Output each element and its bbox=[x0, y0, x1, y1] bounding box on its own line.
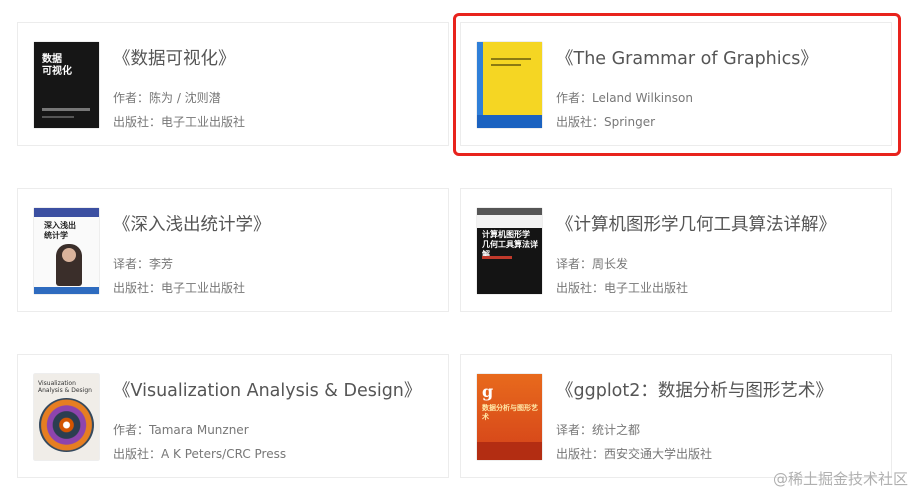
book-translator: 译者：李芳 bbox=[113, 257, 174, 271]
book-publisher: 出版社：电子工业出版社 bbox=[556, 281, 689, 295]
book-author: 作者：Tamara Munzner bbox=[113, 423, 249, 437]
cover-line bbox=[491, 64, 521, 66]
watermark: @稀土掘金技术社区 bbox=[772, 470, 908, 488]
cover-band bbox=[34, 208, 99, 217]
book-card-visualization-analysis-design[interactable]: Visualization Analysis & Design 《Visuali… bbox=[17, 354, 449, 478]
cover-title: 深入浅出 统计学 bbox=[44, 221, 76, 240]
book-publisher: 出版社：电子工业出版社 bbox=[113, 115, 246, 129]
book-translator: 译者：周长发 bbox=[556, 257, 629, 271]
book-cover-icon: 深入浅出 统计学 bbox=[34, 208, 99, 294]
book-title[interactable]: 《计算机图形学几何工具算法详解》 bbox=[556, 211, 836, 236]
book-title[interactable]: 《The Grammar of Graphics》 bbox=[556, 45, 818, 70]
book-card-data-visualization[interactable]: 数据 可视化 《数据可视化》 作者：陈为 / 沈则潜 出版社：电子工业出版社 bbox=[17, 22, 449, 146]
book-cover-icon: Visualization Analysis & Design bbox=[34, 374, 99, 460]
cover-art bbox=[39, 398, 94, 452]
book-publisher: 出版社：A K Peters/CRC Press bbox=[113, 447, 287, 461]
cover-title: 数据 可视化 bbox=[42, 54, 72, 77]
cover-figure-face bbox=[62, 248, 76, 262]
book-publisher: 出版社：Springer bbox=[556, 115, 656, 129]
book-cover-icon: g 数据分析与图形艺术 bbox=[477, 374, 542, 460]
cover-stripe bbox=[42, 108, 90, 111]
cover-band bbox=[477, 208, 542, 215]
cover-line bbox=[491, 58, 531, 60]
book-publisher: 出版社：西安交通大学出版社 bbox=[556, 447, 713, 461]
cover-letter: g bbox=[482, 382, 494, 401]
cover-title: 数据分析与图形艺术 bbox=[482, 404, 538, 421]
book-card-geometric-tools[interactable]: 计算机图形学 几何工具算法详解 《计算机图形学几何工具算法详解》 译者：周长发 … bbox=[460, 188, 892, 312]
book-author: 作者：陈为 / 沈则潜 bbox=[113, 91, 221, 105]
book-title[interactable]: 《Visualization Analysis & Design》 bbox=[113, 377, 421, 402]
book-cover-icon bbox=[477, 42, 542, 128]
book-card-ggplot2[interactable]: g 数据分析与图形艺术 《ggplot2：数据分析与图形艺术》 译者：统计之都 … bbox=[460, 354, 892, 478]
cover-band bbox=[477, 115, 542, 128]
cover-stripe bbox=[482, 256, 512, 259]
book-author: 作者：Leland Wilkinson bbox=[556, 91, 693, 105]
book-card-grammar-of-graphics[interactable]: 《The Grammar of Graphics》 作者：Leland Wilk… bbox=[460, 22, 892, 146]
book-title[interactable]: 《ggplot2：数据分析与图形艺术》 bbox=[556, 377, 833, 402]
cover-band bbox=[477, 442, 542, 460]
cover-title: Visualization Analysis & Design bbox=[38, 380, 92, 394]
book-cover-icon: 数据 可视化 bbox=[34, 42, 99, 128]
cover-stripe bbox=[42, 116, 74, 118]
book-translator: 译者：统计之都 bbox=[556, 423, 641, 437]
book-publisher: 出版社：电子工业出版社 bbox=[113, 281, 246, 295]
book-card-head-first-statistics[interactable]: 深入浅出 统计学 《深入浅出统计学》 译者：李芳 出版社：电子工业出版社 bbox=[17, 188, 449, 312]
book-cover-icon: 计算机图形学 几何工具算法详解 bbox=[477, 208, 542, 294]
book-title[interactable]: 《数据可视化》 bbox=[113, 45, 236, 70]
cover-band bbox=[34, 287, 99, 294]
book-title[interactable]: 《深入浅出统计学》 bbox=[113, 211, 271, 236]
